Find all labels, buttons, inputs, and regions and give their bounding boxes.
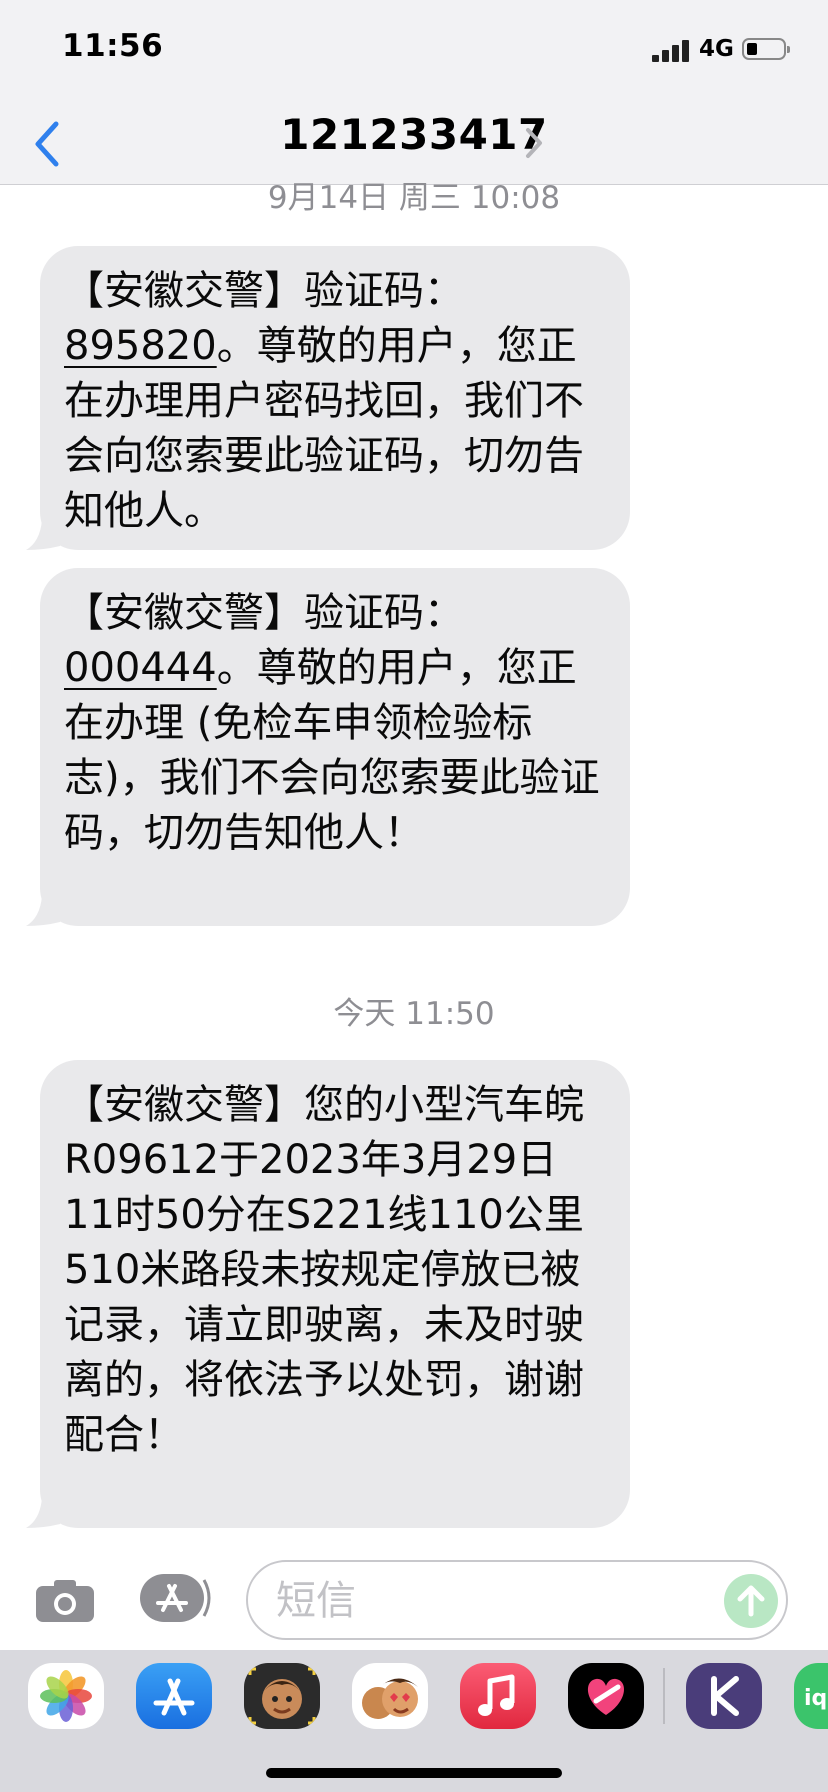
iq-app-icon[interactable]: iq	[794, 1663, 828, 1729]
message-input[interactable]	[274, 1572, 698, 1630]
network-type: 4G	[699, 36, 734, 62]
verification-code[interactable]: 895820	[64, 323, 217, 369]
app-store-icon[interactable]	[138, 1572, 214, 1624]
app-store-icon[interactable]	[136, 1663, 212, 1729]
drawer-divider	[663, 1668, 665, 1724]
signal-icon	[652, 40, 692, 62]
verification-code[interactable]: 000444	[64, 645, 217, 691]
input-bar	[0, 1540, 828, 1650]
message-text: 【安徽交警】您的小型汽车皖R09612于2023年3月29日11时50分在S22…	[64, 1082, 584, 1458]
photos-icon[interactable]	[28, 1663, 104, 1729]
contact-title[interactable]: 121233417	[0, 110, 828, 159]
chevron-right-icon[interactable]	[522, 122, 546, 164]
k-app-icon[interactable]	[686, 1663, 762, 1729]
status-time: 11:56	[62, 28, 164, 64]
message-bubble[interactable]: 【安徽交警】您的小型汽车皖R09612于2023年3月29日11时50分在S22…	[26, 1060, 630, 1528]
battery-icon	[742, 38, 790, 60]
bubble-tail	[26, 896, 60, 926]
home-indicator[interactable]	[266, 1768, 562, 1778]
message-prefix: 【安徽交警】验证码：	[64, 268, 464, 314]
send-button[interactable]	[724, 1574, 778, 1628]
bubble-tail	[26, 1498, 60, 1528]
message-prefix: 【安徽交警】验证码：	[64, 590, 464, 636]
message-bubble[interactable]: 【安徽交警】验证码：000444。尊敬的用户，您正在办理 (免检车申领检验标志)…	[26, 568, 630, 926]
memoji-icon[interactable]	[244, 1663, 320, 1729]
camera-icon[interactable]	[34, 1576, 96, 1624]
app-drawer: iq	[0, 1650, 828, 1792]
digital-touch-icon[interactable]	[568, 1663, 644, 1729]
animoji-icon[interactable]	[352, 1663, 428, 1729]
bubble-tail	[26, 520, 60, 550]
timestamp-label: 今天 11:50	[333, 996, 495, 1032]
message-field[interactable]	[246, 1560, 788, 1640]
music-icon[interactable]	[460, 1663, 536, 1729]
message-bubble[interactable]: 【安徽交警】验证码：895820。尊敬的用户，您正在办理用户密码找回，我们不会向…	[26, 246, 630, 550]
arrow-up-icon	[737, 1585, 765, 1617]
svg-text:iq: iq	[804, 1686, 827, 1711]
status-bar: 11:56 4G	[0, 0, 828, 100]
timestamp-label: 9月14日 周三 10:08	[267, 180, 561, 216]
